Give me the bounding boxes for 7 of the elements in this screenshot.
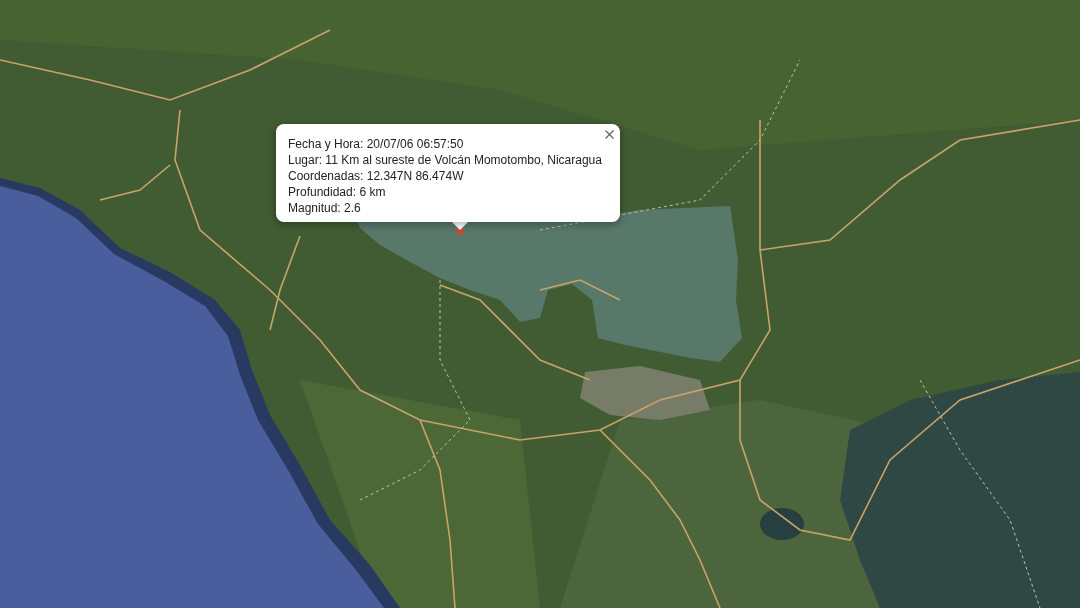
magnitude-text: Magnitud: 2.6 (288, 200, 362, 216)
depth-text: Profundidad: 6 km (288, 184, 387, 200)
location-text: Lugar: 11 Km al sureste de Volcán Momotombo, Nicaragua (288, 152, 602, 168)
close-icon (605, 129, 615, 139)
map-marker-icon[interactable] (455, 229, 465, 236)
coordinates-text: Coordenadas: 12.347N 86.474W (288, 168, 465, 184)
date-time-text: Fecha y Hora: 20/07/06 06:57:50 (288, 136, 465, 152)
